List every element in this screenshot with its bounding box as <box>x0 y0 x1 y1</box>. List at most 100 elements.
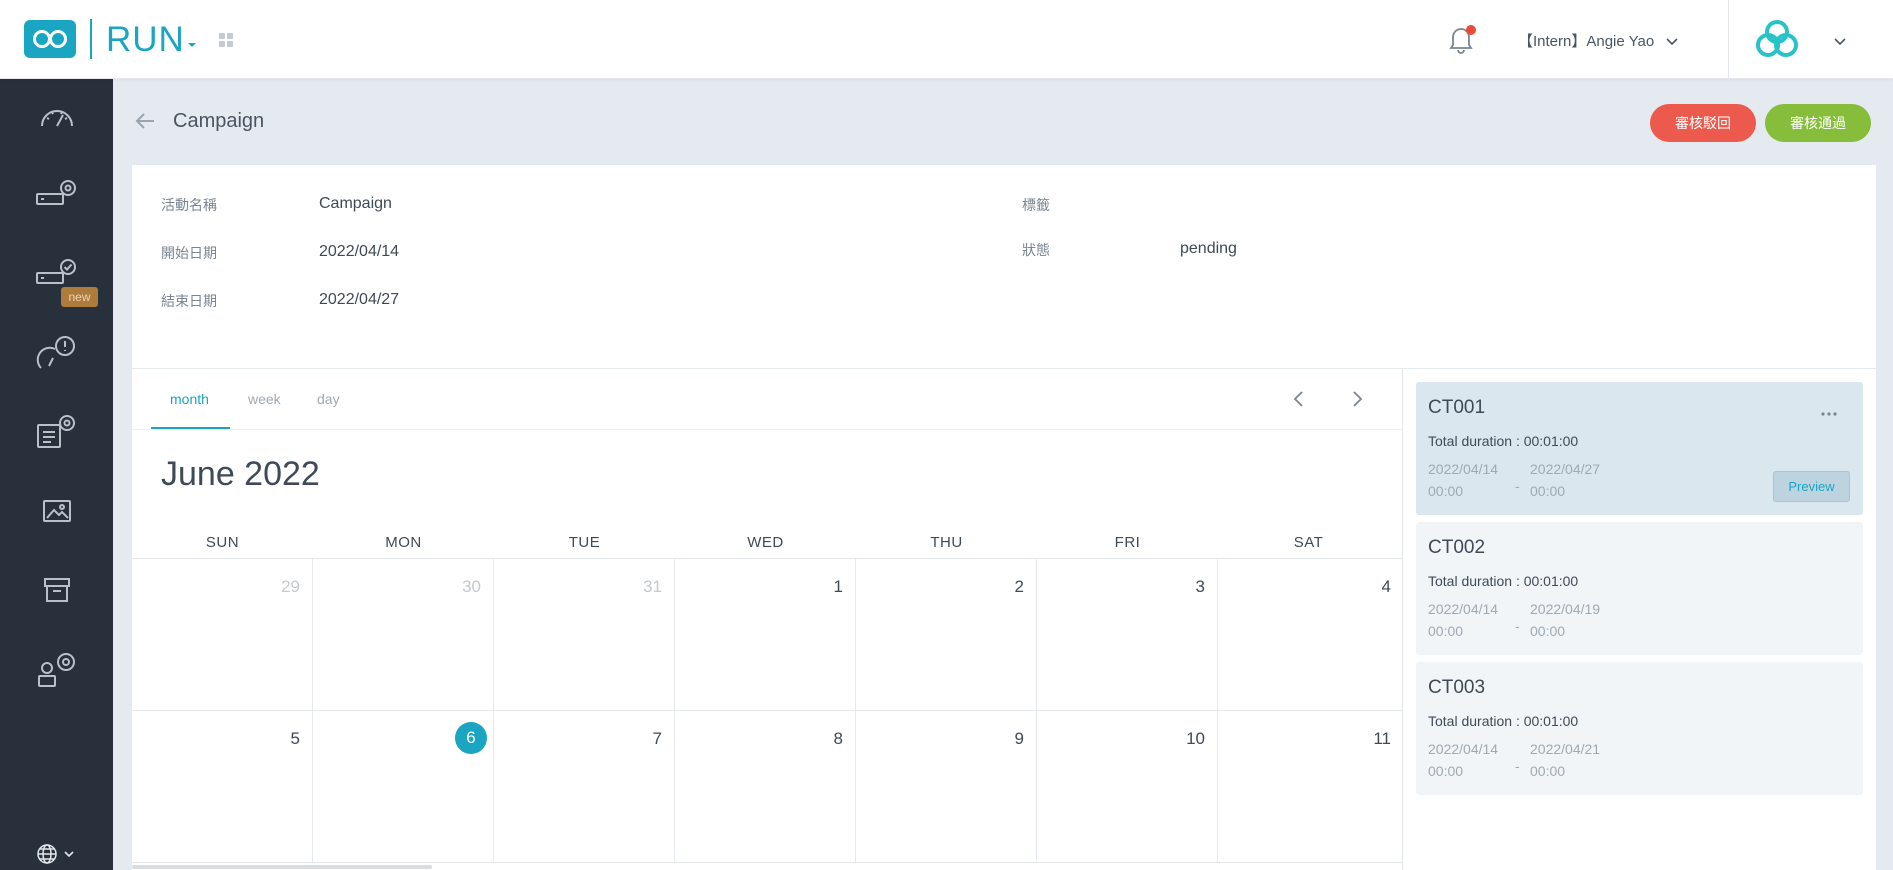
day-number: 4 <box>1381 577 1391 596</box>
calendar-day-cell[interactable]: 31 <box>494 559 675 711</box>
user-menu-chevron-down-icon[interactable] <box>1666 33 1678 51</box>
tab-month[interactable]: month <box>170 391 209 407</box>
item-start-date: 2022/04/14 <box>1428 601 1499 617</box>
sidebar-item-user-settings[interactable] <box>0 637 113 701</box>
calendar-grid: 29 30 31 1 2 3 4 5 6 7 8 9 10 11 <box>132 558 1403 870</box>
item-end-date: 2022/04/19 <box>1530 601 1601 617</box>
image-icon <box>42 500 71 522</box>
day-number: 31 <box>643 577 662 596</box>
calendar-day-cell[interactable]: 5 <box>132 711 313 863</box>
item-start-date: 2022/04/14 <box>1428 461 1499 477</box>
day-number: 3 <box>1195 577 1205 596</box>
previous-month-chevron-left-icon[interactable] <box>1290 389 1308 414</box>
campaign-item-list: CT001 Total duration : 00:01:00 2022/04/… <box>1403 369 1876 870</box>
calendar-day-cell[interactable]: 9 <box>856 711 1037 863</box>
sidebar-item-content-settings[interactable] <box>0 400 113 464</box>
item-end-time: 00:00 <box>1530 763 1566 779</box>
status-value: pending <box>1180 240 1237 257</box>
tags-label: 標籤 <box>1022 197 1050 213</box>
item-start-time: 00:00 <box>1428 763 1464 779</box>
end-date-label: 結束日期 <box>161 293 217 309</box>
calendar-day-cell[interactable]: 2 <box>856 559 1037 711</box>
item-duration: Total duration : 00:01:00 <box>1428 573 1579 589</box>
app-logo-icon[interactable] <box>24 20 76 58</box>
day-number: 1 <box>833 577 843 596</box>
item-id: CT001 <box>1428 397 1486 418</box>
date-separator: - <box>1515 758 1520 774</box>
preview-button[interactable]: Preview <box>1773 471 1850 502</box>
notification-dot <box>1466 25 1476 35</box>
item-duration: Total duration : 00:01:00 <box>1428 433 1579 449</box>
brand-logo-icon[interactable] <box>1754 18 1800 65</box>
day-number: 9 <box>1014 729 1024 748</box>
weekday-header: SAT <box>1293 534 1324 551</box>
calendar-day-cell[interactable]: 29 <box>132 559 313 711</box>
campaign-item-card[interactable]: CT003 Total duration : 00:01:00 2022/04/… <box>1416 662 1863 795</box>
sidebar-item-alerts[interactable] <box>0 321 113 385</box>
calendar-day-cell[interactable]: 7 <box>494 711 675 863</box>
start-date-value: 2022/04/14 <box>319 243 400 260</box>
back-arrow-icon[interactable] <box>134 110 156 137</box>
item-end-time: 00:00 <box>1530 483 1566 499</box>
campaign-name-label: 活動名稱 <box>161 197 217 213</box>
tab-week[interactable]: week <box>248 391 281 407</box>
sidebar-item-archive[interactable] <box>0 558 113 622</box>
account-chevron-down-icon[interactable] <box>1834 33 1846 51</box>
reject-button[interactable]: 審核駁回 <box>1650 104 1756 142</box>
calendar-scrollbar[interactable] <box>132 865 432 869</box>
calendar-day-cell[interactable]: 1 <box>675 559 856 711</box>
device-settings-icon <box>35 180 76 205</box>
item-start-date: 2022/04/14 <box>1428 741 1499 757</box>
item-end-date: 2022/04/21 <box>1530 741 1601 757</box>
sidebar: new <box>0 79 113 870</box>
apps-grid-icon[interactable] <box>218 32 234 53</box>
date-separator: - <box>1515 478 1520 494</box>
logo-divider <box>90 19 92 59</box>
active-tab-indicator <box>151 427 230 429</box>
item-end-date: 2022/04/27 <box>1530 461 1601 477</box>
weekday-header: MON <box>385 534 422 551</box>
calendar-day-cell[interactable]: 3 <box>1037 559 1218 711</box>
campaign-info-panel: 活動名稱 Campaign 開始日期 2022/04/14 結束日期 2022/… <box>132 165 1876 368</box>
app-name[interactable]: RUN <box>106 19 185 61</box>
sidebar-item-dashboard[interactable] <box>0 84 113 148</box>
calendar-panel: month week day June 2022 SUN MON TUE WED… <box>132 369 1403 870</box>
item-id: CT003 <box>1428 677 1486 698</box>
day-number: 30 <box>462 577 481 596</box>
calendar-day-cell[interactable]: 8 <box>675 711 856 863</box>
calendar-day-cell[interactable]: 30 <box>313 559 494 711</box>
calendar-day-cell[interactable]: 10 <box>1037 711 1218 863</box>
calendar-day-cell-today[interactable]: 6 <box>313 711 494 863</box>
alert-gauge-icon <box>36 336 75 369</box>
user-name[interactable]: 【Intern】Angie Yao <box>1518 30 1654 51</box>
item-start-time: 00:00 <box>1428 483 1464 499</box>
tab-day[interactable]: day <box>317 391 340 407</box>
sidebar-item-media[interactable] <box>0 479 113 543</box>
more-options-icon[interactable] <box>1820 404 1838 422</box>
new-badge: new <box>61 287 98 307</box>
tabs-divider <box>132 429 1403 430</box>
app-switcher-caret-icon[interactable] <box>186 36 198 54</box>
item-end-time: 00:00 <box>1530 623 1566 639</box>
day-number: 29 <box>281 577 300 596</box>
campaign-item-card[interactable]: CT001 Total duration : 00:01:00 2022/04/… <box>1416 382 1863 515</box>
approve-button[interactable]: 審核通過 <box>1765 104 1871 142</box>
campaign-item-card[interactable]: CT002 Total duration : 00:01:00 2022/04/… <box>1416 522 1863 655</box>
day-number: 5 <box>290 729 300 748</box>
dashboard-gauge-icon <box>40 110 73 127</box>
day-number: 10 <box>1186 729 1205 748</box>
calendar-day-cell[interactable]: 4 <box>1218 559 1403 711</box>
day-number: 7 <box>652 729 662 748</box>
calendar-month-title: June 2022 <box>161 455 320 493</box>
language-switcher[interactable] <box>36 843 74 865</box>
calendar-day-cell[interactable]: 11 <box>1218 711 1403 863</box>
next-month-chevron-right-icon[interactable] <box>1348 389 1366 414</box>
page-title: Campaign <box>173 110 265 132</box>
item-id: CT002 <box>1428 537 1486 558</box>
day-number: 11 <box>1373 729 1391 748</box>
campaign-name-value: Campaign <box>319 195 392 212</box>
device-check-icon <box>35 259 76 284</box>
user-settings-icon <box>37 653 75 687</box>
sidebar-item-device-settings[interactable] <box>0 163 113 227</box>
content-settings-icon <box>36 415 75 448</box>
